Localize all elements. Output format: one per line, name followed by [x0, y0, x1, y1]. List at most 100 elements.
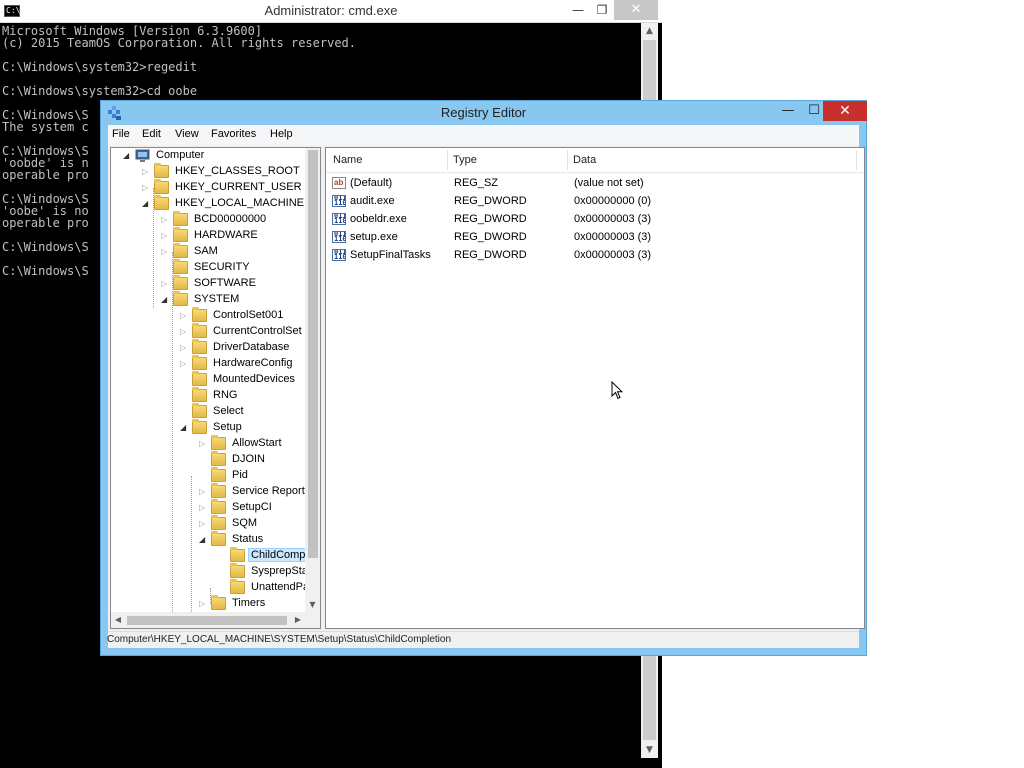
binary-value-icon: 011 110	[332, 213, 346, 225]
value-data: 0x00000003 (3)	[574, 249, 652, 261]
no-expander	[180, 390, 189, 402]
expand-arrow-icon[interactable]: ▷	[199, 438, 208, 450]
folder-icon	[154, 163, 169, 178]
folder-icon	[192, 419, 207, 434]
column-divider[interactable]	[447, 150, 448, 170]
regedit-close-button[interactable]: ✕	[823, 101, 867, 121]
folder-icon	[154, 179, 169, 194]
folder-icon	[230, 579, 245, 594]
console-line: C:\Windows\system32>cd oobe	[2, 84, 198, 98]
collapse-arrow-icon[interactable]: ◢	[180, 422, 189, 434]
column-divider[interactable]	[856, 150, 857, 170]
regedit-titlebar[interactable]: Registry Editor — ☐ ✕	[101, 101, 867, 125]
scroll-left-arrow-icon[interactable]: ◀	[111, 612, 125, 628]
value-name: SetupFinalTasks	[350, 249, 431, 261]
binary-value-icon: 011 110	[332, 231, 346, 243]
expand-arrow-icon[interactable]: ▷	[142, 182, 151, 194]
regedit-minimize-button[interactable]: —	[775, 101, 801, 121]
value-type: REG_DWORD	[454, 195, 527, 207]
value-type: REG_DWORD	[454, 213, 527, 225]
folder-icon	[173, 243, 188, 258]
expand-arrow-icon[interactable]: ▷	[180, 342, 189, 354]
collapse-arrow-icon[interactable]: ◢	[161, 294, 170, 306]
tree-node-label: SECURITY	[194, 261, 250, 273]
column-header-name[interactable]: Name	[333, 154, 362, 166]
column-divider[interactable]	[567, 150, 568, 170]
scroll-right-arrow-icon[interactable]: ▶	[291, 612, 305, 628]
tree-node-label: HARDWARE	[194, 229, 258, 241]
menu-help[interactable]: Help	[270, 128, 293, 140]
expand-arrow-icon[interactable]: ▷	[161, 214, 170, 226]
cmd-minimize-button[interactable]: —	[566, 0, 590, 20]
tree-node-label: SOFTWARE	[194, 277, 256, 289]
registry-values-list[interactable]: Name Type Data ab (Default) REG_SZ (value n…	[325, 147, 865, 629]
tree-vscroll-thumb[interactable]	[308, 150, 318, 558]
tree-horizontal-scrollbar[interactable]: ◀ ▶	[111, 612, 320, 628]
expand-arrow-icon[interactable]: ▷	[180, 310, 189, 322]
registry-value-row[interactable]: 011 110 setup.exe REG_DWORD 0x00000003 (3)	[330, 228, 860, 246]
folder-icon	[211, 531, 226, 546]
tree-node-label: SYSTEM	[194, 293, 240, 305]
folder-icon	[192, 371, 207, 386]
scroll-down-arrow-icon[interactable]: ▼	[305, 598, 320, 612]
tree-node-label: ChildComp	[247, 548, 309, 562]
value-data: 0x00000000 (0)	[574, 195, 652, 207]
regedit-window: Registry Editor — ☐ ✕ File Edit View Fav…	[100, 100, 867, 656]
registry-value-row[interactable]: 011 110 oobeldr.exe REG_DWORD 0x00000003 (3…	[330, 210, 860, 228]
console-line: C:\Windows\S	[2, 264, 89, 278]
expand-arrow-icon[interactable]: ▷	[180, 326, 189, 338]
menu-favorites[interactable]: Favorites	[211, 128, 256, 140]
registry-key-tree[interactable]: ◢ Computer ▷ HKEY_CLASSES_ROOT ▷ HKEY_CURRENT…	[110, 147, 321, 629]
tree-node-label: Select	[213, 405, 244, 417]
tree-vertical-scrollbar[interactable]: ▲ ▼	[305, 148, 320, 612]
menu-file[interactable]: File	[112, 128, 130, 140]
tree-node-label: DJOIN	[232, 453, 265, 465]
value-name: (Default)	[350, 177, 393, 189]
tree-node-label: HKEY_CURRENT_USER	[175, 181, 302, 193]
expand-arrow-icon[interactable]: ▷	[142, 166, 151, 178]
folder-icon	[192, 339, 207, 354]
cmd-titlebar[interactable]: C:\ Administrator: cmd.exe — ❐ ✕	[0, 0, 662, 23]
collapse-arrow-icon[interactable]: ◢	[123, 150, 132, 162]
value-data: 0x00000003 (3)	[574, 213, 652, 225]
expand-arrow-icon[interactable]: ▷	[199, 598, 208, 610]
folder-icon	[173, 211, 188, 226]
cmd-window-title: Administrator: cmd.exe	[264, 3, 398, 18]
cmd-close-button[interactable]: ✕	[614, 0, 658, 20]
tree-node-label: SetupCI	[232, 501, 272, 513]
column-header-data[interactable]: Data	[573, 154, 596, 166]
folder-icon	[230, 563, 245, 578]
registry-value-row[interactable]: ab (Default) REG_SZ (value not set)	[330, 174, 860, 192]
folder-icon	[211, 483, 226, 498]
expand-arrow-icon[interactable]: ▷	[180, 358, 189, 370]
tree-node-label: CurrentControlSet	[213, 325, 302, 337]
no-expander	[218, 582, 227, 594]
expand-arrow-icon[interactable]: ▷	[161, 278, 170, 290]
expand-arrow-icon[interactable]: ▷	[161, 230, 170, 242]
folder-icon	[211, 451, 226, 466]
expand-arrow-icon[interactable]: ▷	[161, 246, 170, 258]
expand-arrow-icon[interactable]: ▷	[199, 486, 208, 498]
scroll-down-arrow-icon[interactable]: ▼	[641, 742, 658, 758]
console-line: C:\Windows\S	[2, 240, 89, 254]
console-line: (c) 2015 TeamOS Corporation. All rights …	[2, 36, 357, 50]
column-header-type[interactable]: Type	[453, 154, 477, 166]
registry-value-row[interactable]: 011 110 audit.exe REG_DWORD 0x00000000 (0)	[330, 192, 860, 210]
tree-hscroll-thumb[interactable]	[127, 616, 287, 625]
scroll-up-arrow-icon[interactable]: ▲	[641, 23, 658, 39]
collapse-arrow-icon[interactable]: ◢	[142, 198, 151, 210]
expand-arrow-icon[interactable]: ▷	[199, 502, 208, 514]
menu-view[interactable]: View	[175, 128, 199, 140]
folder-icon	[173, 291, 188, 306]
expand-arrow-icon[interactable]: ▷	[199, 518, 208, 530]
collapse-arrow-icon[interactable]: ◢	[199, 534, 208, 546]
tree-node-label: UnattendPa	[251, 581, 310, 593]
cmd-restore-button[interactable]: ❐	[590, 0, 614, 20]
folder-icon	[192, 355, 207, 370]
no-expander	[180, 406, 189, 418]
menu-edit[interactable]: Edit	[142, 128, 161, 140]
tree-node-label: MountedDevices	[213, 373, 295, 385]
registry-value-row[interactable]: 011 110 SetupFinalTasks REG_DWORD 0x0000000…	[330, 246, 860, 264]
status-bar: Computer\HKEY_LOCAL_MACHINE\SYSTEM\Setup…	[107, 631, 859, 648]
console-line: operable pro	[2, 216, 89, 230]
